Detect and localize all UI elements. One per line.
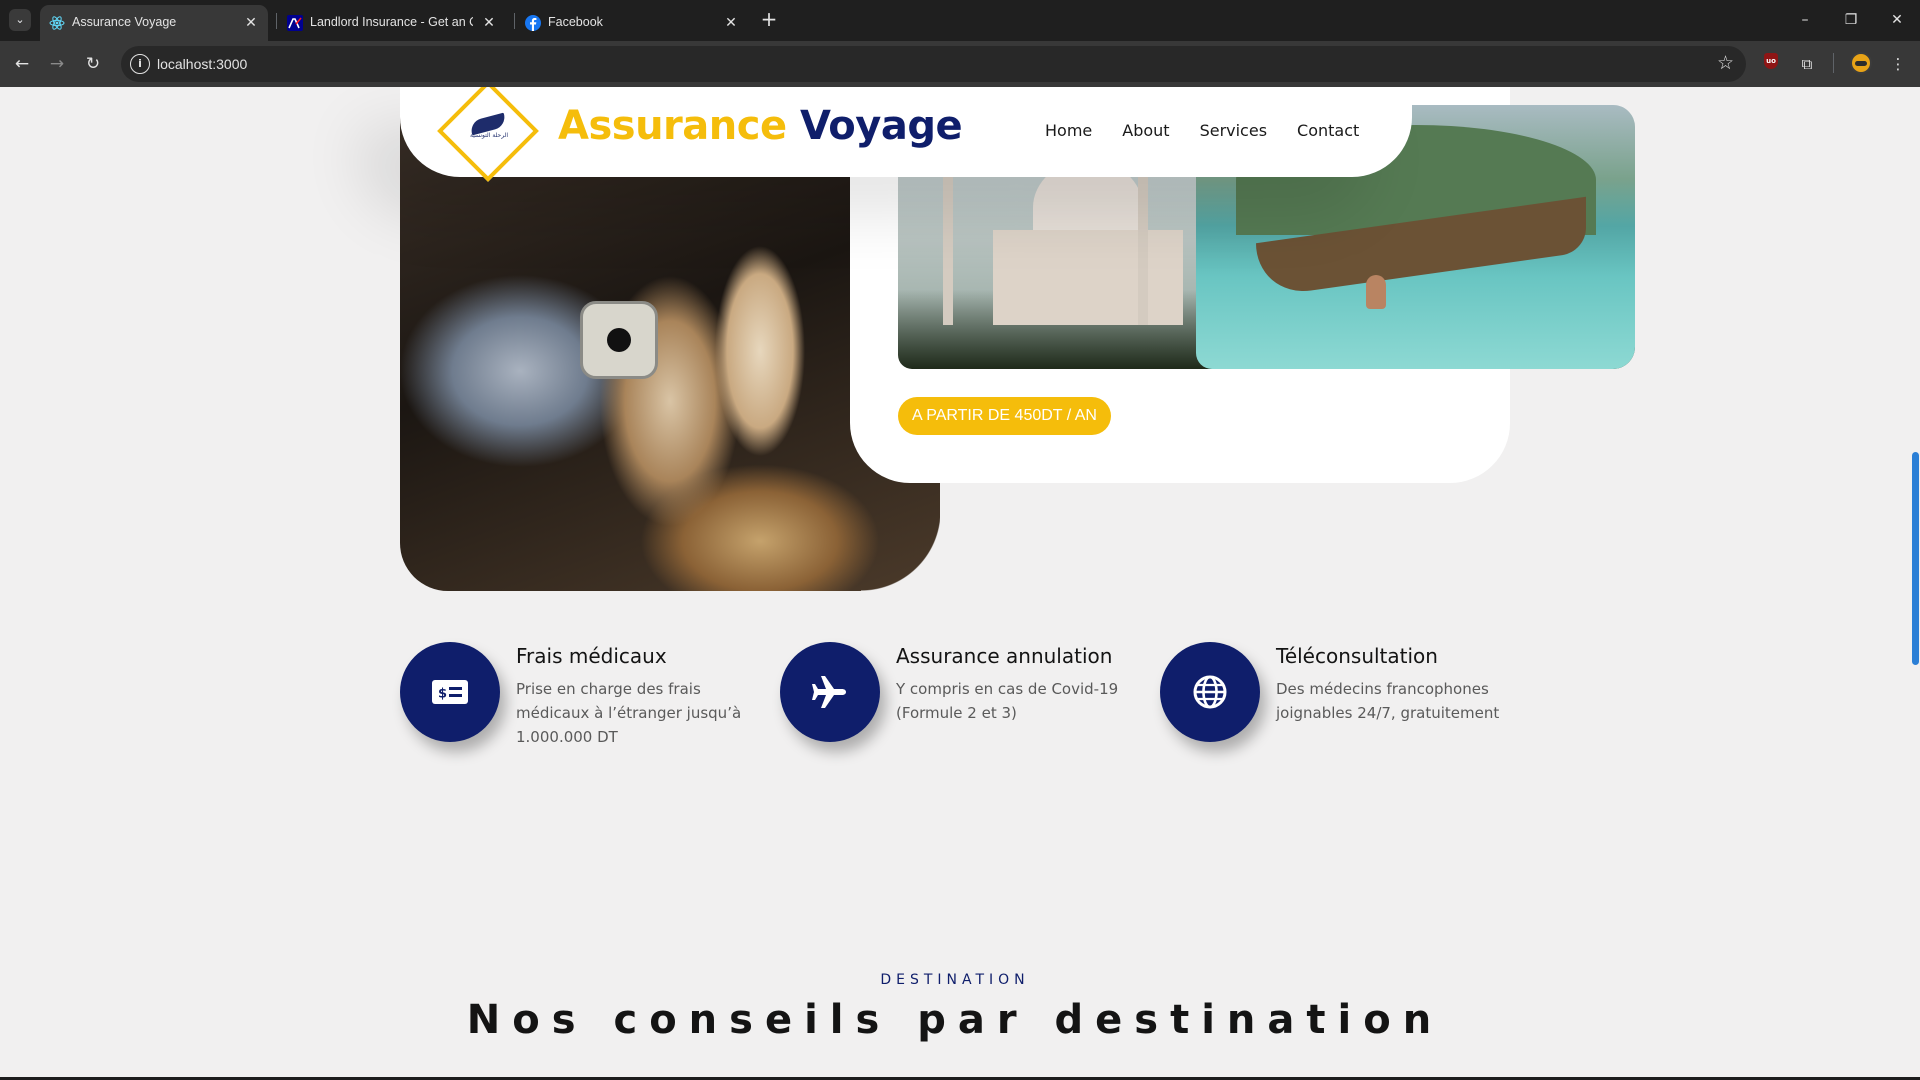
feature-medical: $ Frais médicaux Prise en charge des fra… [400,642,770,752]
site-header: الرحلة التونسية Assurance Voyage Home Ab… [400,87,1412,182]
minaret-shape [1138,175,1148,325]
taj-mahal-base [993,230,1183,325]
back-icon[interactable]: ← [8,50,36,78]
mirror-object [580,301,658,379]
minimize-icon[interactable]: – [1790,9,1820,31]
url-text[interactable]: localhost:3000 [157,56,247,72]
close-window-icon[interactable]: ✕ [1882,9,1912,31]
tab-title: Landlord Insurance - Get an On [310,15,473,29]
feature-description: Y compris en cas de Covid-19 (Formule 2 … [896,680,1119,722]
swimmer-shape [1366,275,1386,309]
close-tab-icon[interactable]: ✕ [242,13,260,31]
page-scrollbar[interactable] [1911,87,1920,1077]
feature-icon-circle [1160,642,1260,742]
feature-description: Des médecins francophones joignables 24/… [1276,680,1500,722]
nav-home[interactable]: Home [1045,121,1092,140]
svg-text:$: $ [438,687,447,702]
feature-icon-circle [780,642,880,742]
logo-arabic-text: الرحلة التونسية [469,132,509,139]
nav-about[interactable]: About [1122,121,1169,140]
site-info-icon[interactable]: i [130,54,150,74]
logo-emblem: الرحلة التونسية [464,112,514,145]
logo-word-assurance: Assurance [558,103,787,149]
section-title: Nos conseils par destination [466,997,1444,1043]
feature-teleconsultation: Téléconsultation Des médecins francophon… [1160,642,1530,752]
main-nav: Home About Services Contact [1045,121,1359,140]
feature-title: Téléconsultation [1276,644,1438,668]
toolbar-divider [1833,53,1834,73]
page-viewport[interactable]: A PARTIR DE 450DT / AN الرحلة التونسية A… [0,87,1920,1077]
browser-toolbar: ← → ↻ i localhost:3000 ☆ ⧉ ⋮ [0,41,1920,87]
feature-title: Assurance annulation [896,644,1113,668]
feature-description: Prise en charge des frais médicaux à l’é… [516,680,742,746]
axa-icon [287,15,303,31]
scrollbar-thumb[interactable] [1912,452,1919,665]
forward-icon[interactable]: → [43,50,71,78]
tab-search-button[interactable]: ⌄ [9,9,31,31]
minaret-shape [943,175,953,325]
bookmark-star-icon[interactable]: ☆ [1717,52,1734,74]
tab-divider [514,13,515,29]
site-logo-text[interactable]: Assurance Voyage [558,103,963,149]
address-bar[interactable]: i localhost:3000 ☆ [121,46,1746,82]
nav-services[interactable]: Services [1200,121,1267,140]
new-tab-button[interactable]: + [758,9,780,31]
restore-icon[interactable]: ❐ [1836,9,1866,31]
tab-title: Facebook [548,15,603,29]
tab-title: Assurance Voyage [72,15,177,29]
feature-icon-circle: $ [400,642,500,742]
nav-contact[interactable]: Contact [1297,121,1359,140]
react-icon [49,16,65,30]
tab-landlord-insurance[interactable]: Landlord Insurance - Get an On ✕ [278,5,506,41]
feature-title: Frais médicaux [516,644,667,668]
plane-icon [812,676,846,708]
tab-divider [276,13,277,29]
facebook-icon [525,15,541,31]
tab-assurance-voyage[interactable]: Assurance Voyage ✕ [40,5,268,41]
section-kicker: DESTINATION [880,972,1030,988]
browser-tab-bar: ⌄ Assurance Voyage ✕ Landlord Insurance … [0,0,1920,41]
money-bill-icon: $ [432,680,468,704]
close-tab-icon[interactable]: ✕ [480,13,498,31]
globe-icon [1193,675,1227,709]
reload-icon[interactable]: ↻ [79,50,107,78]
ublock-extension-icon[interactable]: uo [1764,53,1778,69]
price-badge[interactable]: A PARTIR DE 450DT / AN [898,397,1111,435]
browser-menu-icon[interactable]: ⋮ [1885,51,1911,77]
extensions-puzzle-icon[interactable]: ⧉ [1794,51,1820,77]
logo-word-voyage: Voyage [800,103,963,149]
feature-cancellation: Assurance annulation Y compris en cas de… [780,642,1150,752]
close-tab-icon[interactable]: ✕ [722,13,740,31]
profile-avatar[interactable] [1850,52,1872,74]
tab-facebook[interactable]: Facebook ✕ [516,5,748,41]
